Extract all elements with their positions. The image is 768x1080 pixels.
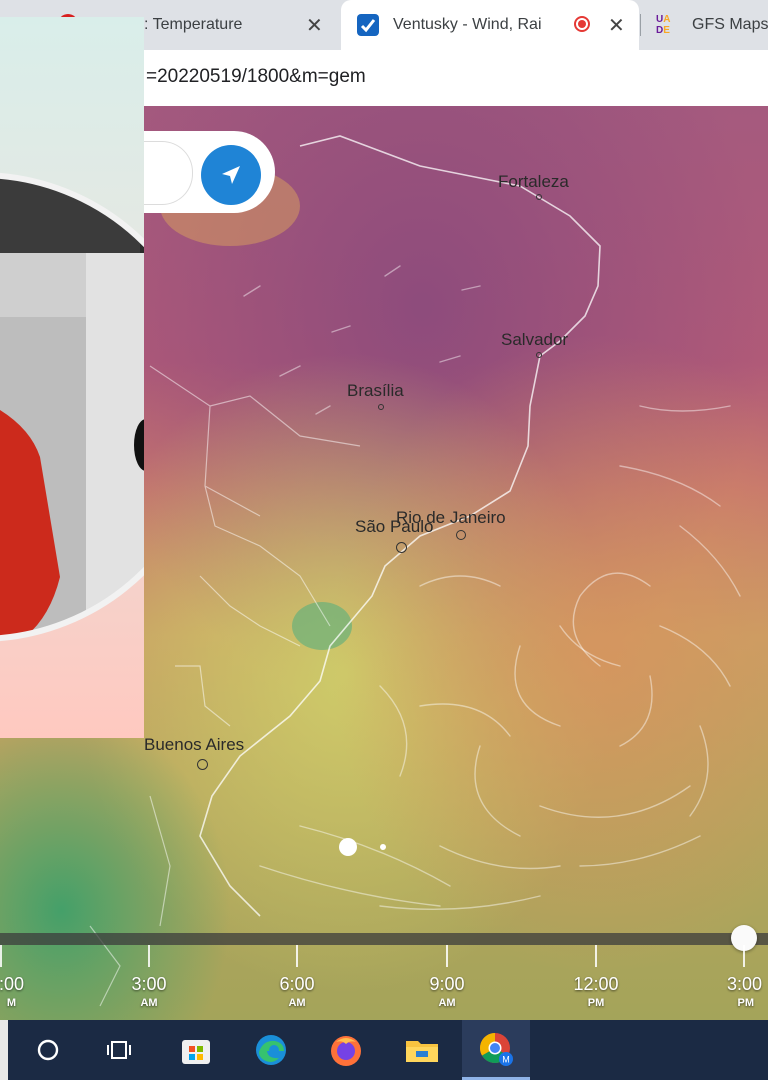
- firefox-icon: [331, 1036, 361, 1066]
- chrome-icon: M: [479, 1032, 513, 1066]
- timeline-ampm: PM: [737, 997, 755, 1009]
- tab-ventusky[interactable]: Ventusky - Wind, Rai ✕: [341, 0, 639, 50]
- timeline-label[interactable]: 3:00 AM: [109, 974, 189, 1009]
- timeline-ampm: PM: [587, 997, 605, 1009]
- timeline-label[interactable]: 3:00 PM: [688, 974, 768, 1009]
- city-label-buenos-aires[interactable]: Buenos Aires: [144, 735, 244, 755]
- loading-indicator: [339, 838, 357, 856]
- chrome-button[interactable]: M: [462, 1020, 530, 1080]
- city-marker-fortaleza[interactable]: [536, 194, 542, 200]
- tab-title: : Temperature: [144, 16, 243, 33]
- timeline-time: 12:00: [573, 974, 619, 994]
- city-marker-buenos-aires[interactable]: [197, 759, 208, 770]
- timeline-ampm: AM: [140, 997, 158, 1009]
- tab-separator: [640, 14, 641, 36]
- city-marker-brasilia[interactable]: [378, 404, 384, 410]
- timeline-time: 3:00: [726, 974, 762, 994]
- city-label-salvador[interactable]: Salvador: [501, 330, 568, 350]
- timeline-tick: [0, 945, 2, 967]
- svg-text:M: M: [502, 1054, 510, 1064]
- tab-gfs-maps[interactable]: UA DE GFS Maps: [646, 0, 768, 50]
- timeline-time: 6:00: [279, 974, 315, 994]
- tab-close-icon[interactable]: ✕: [608, 13, 625, 38]
- timeline-label[interactable]: 12:00 PM: [556, 974, 636, 1009]
- firefox-button[interactable]: [318, 1020, 374, 1080]
- edge-button[interactable]: [243, 1020, 299, 1080]
- recording-indicator-icon: [574, 16, 590, 32]
- timeline-tick: [743, 945, 745, 967]
- taskbar: M: [0, 1020, 768, 1080]
- city-marker-sao-paulo[interactable]: [396, 542, 407, 553]
- task-view-button[interactable]: [92, 1020, 148, 1080]
- city-label-sao-paulo[interactable]: São Paulo: [355, 517, 433, 537]
- presenter-video: [0, 172, 144, 642]
- city-label-fortaleza[interactable]: Fortaleza: [498, 172, 569, 192]
- city-marker-rio-de-janeiro[interactable]: [456, 530, 466, 540]
- timeline-ampm: AM: [288, 997, 306, 1009]
- cortana-search-button[interactable]: [20, 1020, 76, 1080]
- file-explorer-button[interactable]: [394, 1020, 450, 1080]
- timeline-tick: [446, 945, 448, 967]
- edge-icon: [256, 1035, 286, 1065]
- timeline-tick: [296, 945, 298, 967]
- timeline-tick: [595, 945, 597, 967]
- store-icon: [182, 1040, 210, 1064]
- timeline-time: 9:00: [429, 974, 465, 994]
- microsoft-store-button[interactable]: [168, 1020, 224, 1080]
- loading-indicator-dot: [380, 844, 386, 850]
- file-explorer-icon: [406, 1041, 438, 1062]
- timeline-ampm: M: [6, 997, 16, 1009]
- timeline-label[interactable]: 9:00 AM: [407, 974, 487, 1009]
- gfs-favicon-icon: UA DE: [656, 14, 671, 36]
- tab-title: Ventusky - Wind, Rai: [393, 16, 542, 33]
- taskbar-edge-strip: [0, 1020, 8, 1080]
- city-label-brasilia[interactable]: Brasília: [347, 381, 404, 401]
- timeline-track[interactable]: [0, 933, 768, 945]
- location-arrow-icon: [222, 166, 240, 184]
- timeline-label[interactable]: :00 M: [0, 974, 40, 1009]
- timeline-time: :00: [0, 974, 24, 994]
- url-text[interactable]: =20220519/1800&m=gem: [146, 66, 366, 88]
- ventusky-favicon-icon: [357, 14, 379, 36]
- search-circle-icon: [37, 1039, 59, 1061]
- city-marker-salvador[interactable]: [536, 352, 542, 358]
- tab-close-icon[interactable]: ✕: [306, 13, 323, 38]
- task-view-icon: [107, 1041, 131, 1059]
- timeline-tick: [148, 945, 150, 967]
- timeline-time: 3:00: [131, 974, 167, 994]
- timeline-label[interactable]: 6:00 AM: [257, 974, 337, 1009]
- tab-title: GFS Maps: [692, 16, 768, 33]
- locate-button[interactable]: [201, 145, 261, 205]
- webcam-overlay: [0, 17, 144, 738]
- timeline-ampm: AM: [438, 997, 456, 1009]
